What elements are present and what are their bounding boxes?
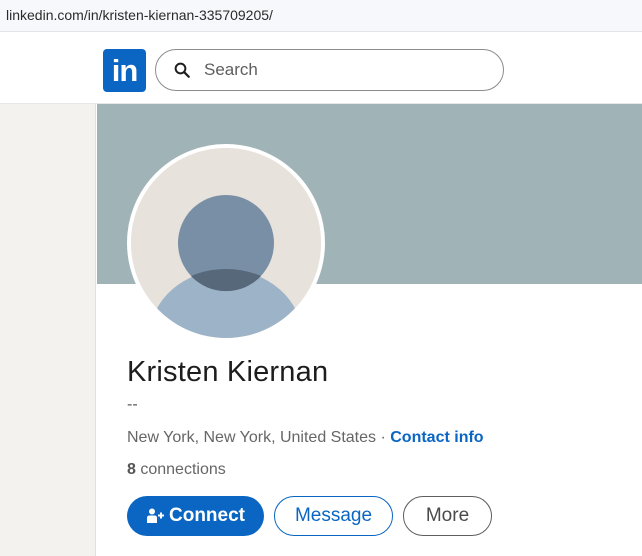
connect-button[interactable]: Connect <box>127 496 264 536</box>
avatar[interactable] <box>127 144 325 342</box>
left-gutter <box>0 104 96 556</box>
connect-label: Connect <box>169 505 245 526</box>
connections-label: connections <box>135 461 226 478</box>
profile-name: Kristen Kiernan <box>127 356 329 388</box>
more-button[interactable]: More <box>403 496 492 536</box>
search-box[interactable] <box>155 49 504 91</box>
linkedin-logo[interactable]: in <box>103 49 146 92</box>
connections-count: 8 <box>127 461 136 478</box>
message-button[interactable]: Message <box>274 496 393 536</box>
search-icon <box>174 62 190 78</box>
page: linkedin.com/in/kristen-kiernan-33570920… <box>0 0 642 556</box>
url-text[interactable]: linkedin.com/in/kristen-kiernan-33570920… <box>6 7 273 23</box>
location-line: New York, New York, United States · Cont… <box>127 429 484 447</box>
top-nav: in <box>0 32 642 104</box>
profile-headline: -- <box>127 396 138 413</box>
profile-card: Kristen Kiernan -- New York, New York, U… <box>97 104 642 556</box>
contact-info-link[interactable]: Contact info <box>390 429 483 446</box>
add-person-icon <box>147 508 164 523</box>
logo-text: in <box>111 53 139 88</box>
search-input[interactable] <box>204 50 484 90</box>
connections-link[interactable]: 8 connections <box>127 461 226 479</box>
message-label: Message <box>294 505 373 526</box>
profile-silhouette-icon <box>131 148 321 338</box>
address-bar[interactable]: linkedin.com/in/kristen-kiernan-33570920… <box>0 0 642 32</box>
more-label: More <box>425 505 470 526</box>
separator: · <box>376 429 391 446</box>
profile-location: New York, New York, United States <box>127 429 377 446</box>
